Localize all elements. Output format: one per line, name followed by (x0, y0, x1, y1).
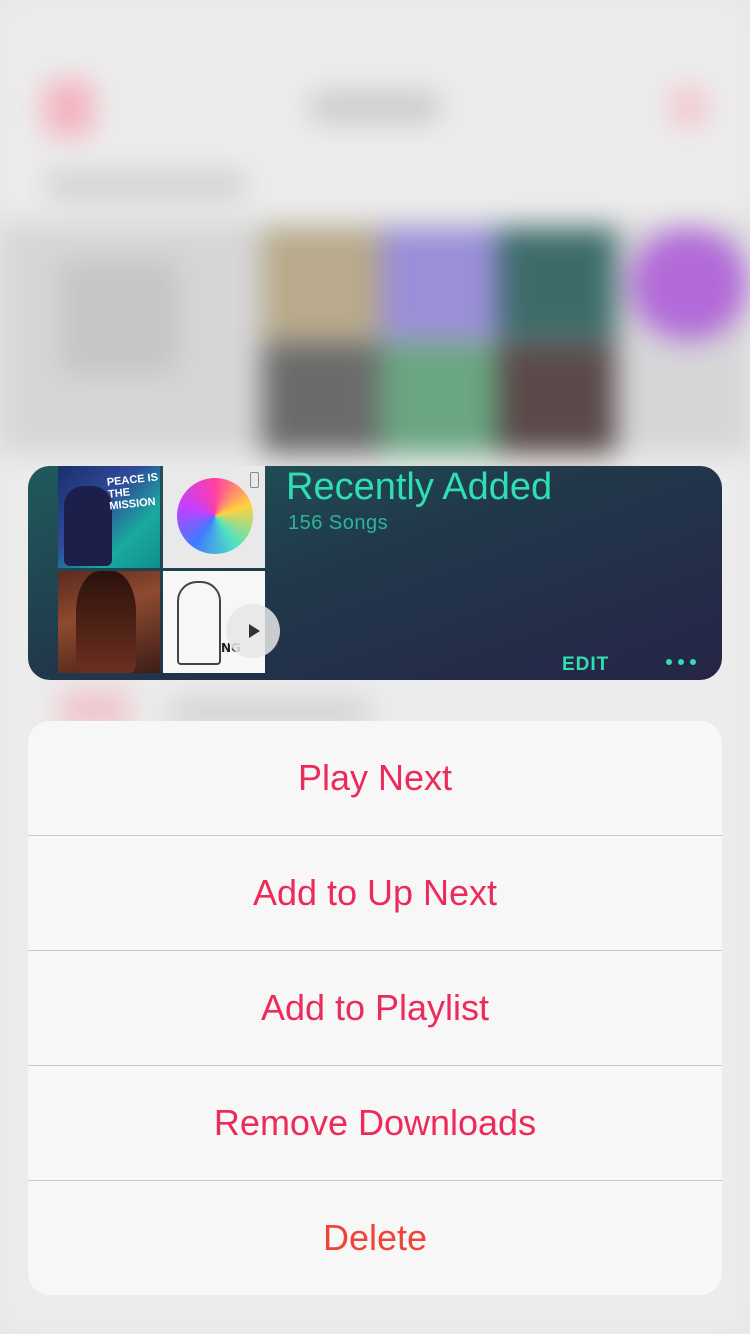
more-options-icon[interactable] (666, 652, 696, 672)
album-art-peace-is-the-mission-icon: PEACE IS THE MISSION (58, 466, 160, 568)
blurred-artwork-strip (0, 222, 750, 454)
play-next-button[interactable]: Play Next (28, 721, 722, 836)
blurred-nav-right-icon (668, 86, 710, 128)
blurred-nav-title (310, 92, 440, 122)
add-to-playlist-button[interactable]: Add to Playlist (28, 951, 722, 1066)
blurred-nav-left-icon (44, 80, 94, 136)
add-to-up-next-button[interactable]: Add to Up Next (28, 836, 722, 951)
play-button[interactable] (226, 604, 280, 658)
device-phone-icon (250, 472, 259, 488)
delete-button[interactable]: Delete (28, 1181, 722, 1295)
album-art-portrait-icon (58, 571, 160, 673)
edit-button[interactable]: EDIT (562, 654, 609, 676)
playlist-title: Recently Added (286, 466, 553, 508)
action-sheet: Play Next Add to Up Next Add to Playlist… (28, 721, 722, 1295)
remove-downloads-button[interactable]: Remove Downloads (28, 1066, 722, 1181)
blurred-section-label (46, 172, 246, 198)
playlist-song-count: 156 Songs (288, 512, 389, 534)
playlist-artwork-grid: PEACE IS THE MISSION NG (58, 466, 280, 673)
playlist-preview-card[interactable]: PEACE IS THE MISSION NG Recently Added 1… (28, 466, 722, 680)
play-icon (249, 624, 260, 638)
